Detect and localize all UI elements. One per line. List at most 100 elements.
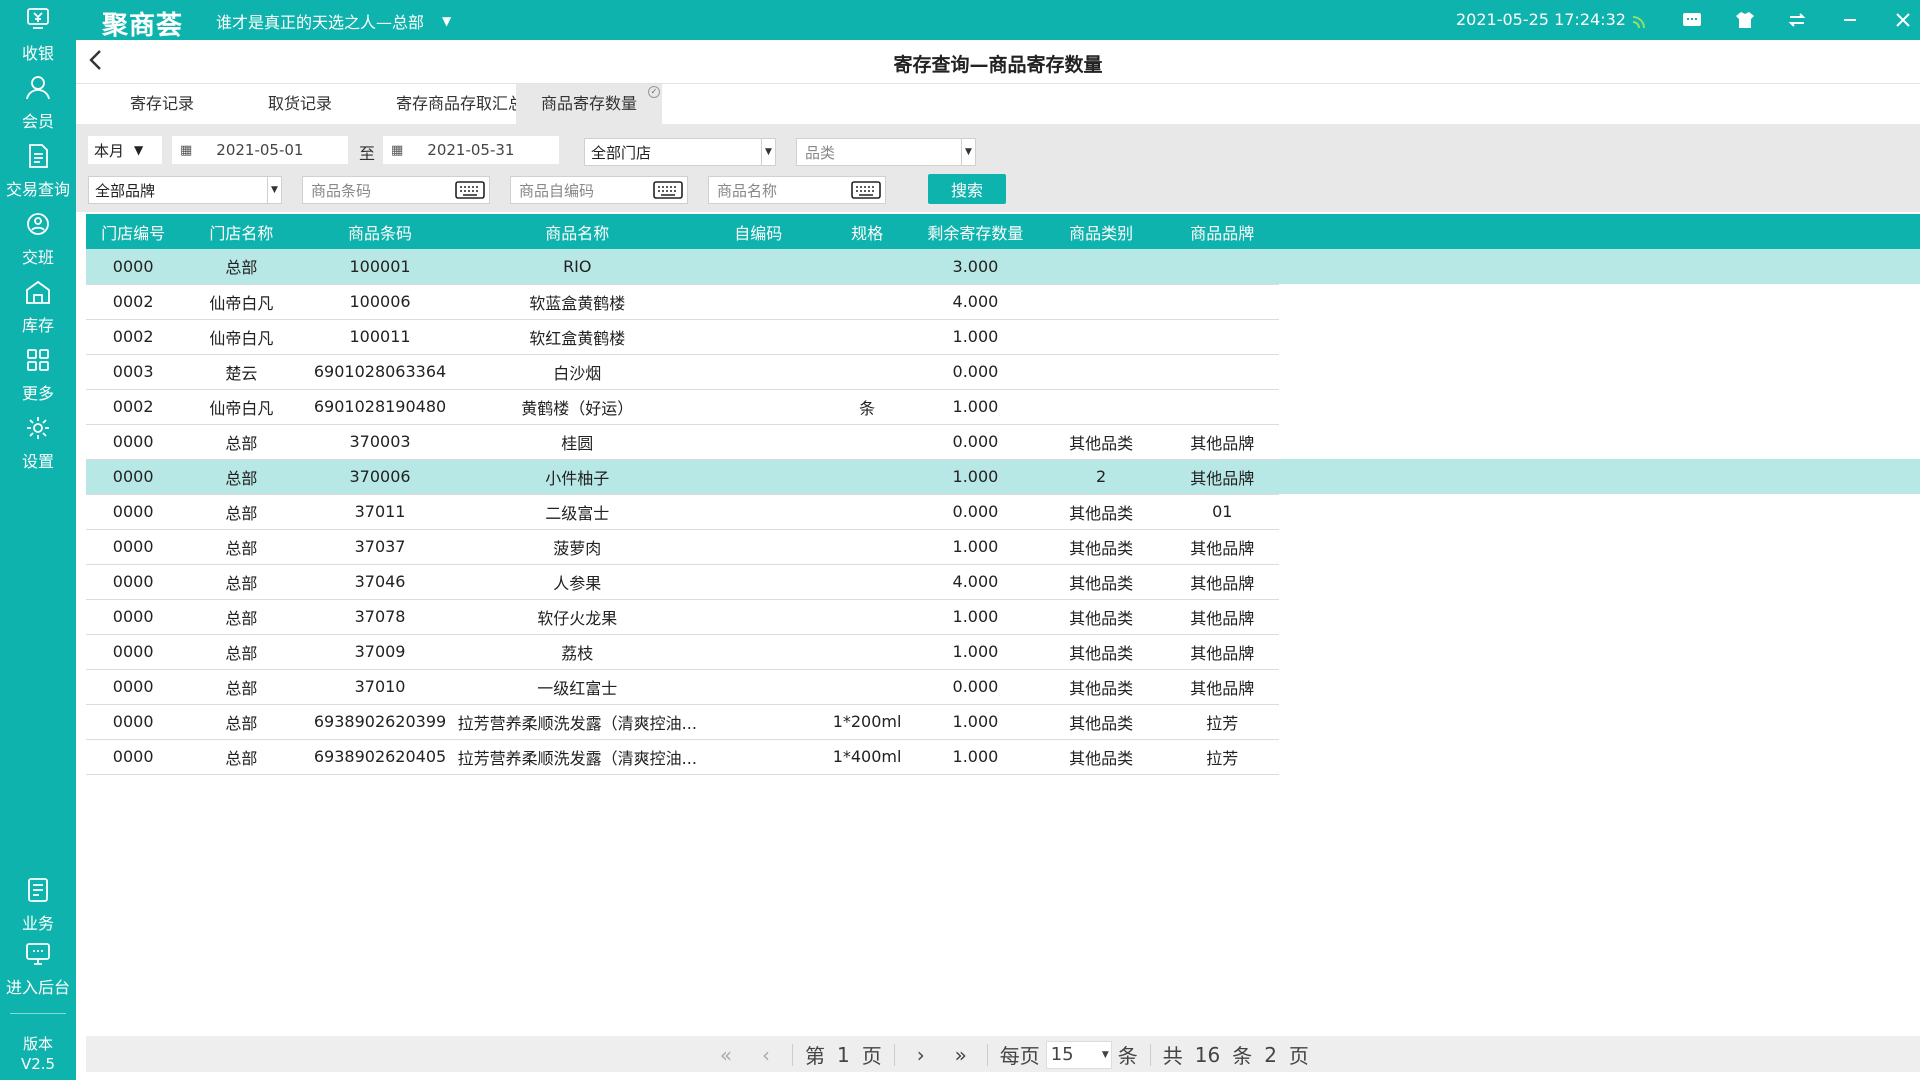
last-page-button[interactable]: » [941,1043,981,1067]
chevron-down-icon: ▼ [267,177,281,203]
cell-store-no: 0000 [86,459,181,495]
theme-icon[interactable] [1732,7,1758,33]
cell-store-name: 总部 [180,704,303,740]
cell-quantity: 1.000 [914,459,1037,495]
table-row[interactable]: 0000 总部 37046 人参果 4.000 其他品类 其他品牌 [86,564,1920,600]
sidebar-item-member[interactable]: 会员 [0,74,76,134]
table-row[interactable]: 0000 总部 6938902620405 拉芳营养柔顺洗发露（清爽控油... 1*40… [86,739,1920,775]
prev-page-button[interactable]: ‹ [746,1043,786,1067]
table-row[interactable]: 0000 总部 6938902620399 拉芳营养柔顺洗发露（清爽控油... 1*20… [86,704,1920,740]
cell-quantity: 4.000 [914,284,1037,320]
cell-quantity: 1.000 [914,634,1037,670]
cell-category [1036,249,1167,285]
search-button[interactable]: 搜索 [928,174,1006,204]
sidebar-item-settings[interactable]: 设置 [0,414,76,474]
table-row[interactable]: 0002 仙帝白凡 100006 软蓝盒黄鹤楼 4.000 [86,284,1920,320]
table-row[interactable]: 0002 仙帝白凡 100011 软红盒黄鹤楼 1.000 [86,319,1920,355]
cell-category: 其他品类 [1036,704,1167,740]
table-row[interactable]: 0002 仙帝白凡 6901028190480 黄鹤楼（好运） 条 1.000 [86,389,1920,425]
cell-category: 其他品类 [1036,564,1167,600]
cell-barcode: 37046 [302,564,458,600]
cell-quantity: 0.000 [914,669,1037,705]
sidebar-item-transactions[interactable]: 交易查询 [0,142,76,202]
cell-store-name: 总部 [180,459,303,495]
sidebar-item-business[interactable]: 业务 [0,876,76,936]
sidebar-item-more[interactable]: 更多 [0,346,76,406]
column-header[interactable]: 商品名称 [458,214,697,249]
column-header[interactable]: 剩余寄存数量 [915,214,1037,249]
cell-product-name: 小件柚子 [457,459,697,495]
cell-quantity: 1.000 [914,319,1037,355]
sync-icon[interactable] [1784,7,1810,33]
row-filler [1279,669,1920,704]
period-select[interactable]: 本月 ▼ [88,136,162,164]
cell-spec [819,634,915,670]
date-from-input[interactable]: ▦ 2021-05-01 [172,136,348,164]
separator [986,1043,988,1066]
sidebar-item-cashier[interactable]: 收银 [0,6,76,66]
message-icon[interactable] [1679,7,1705,33]
cell-store-no: 0000 [86,634,181,670]
column-header[interactable]: 门店编号 [86,214,180,249]
brand-select[interactable]: 全部品牌 ▼ [88,176,282,204]
first-page-button[interactable]: « [706,1043,746,1067]
chevron-down-icon: ▼ [961,139,975,165]
column-header[interactable]: 规格 [820,214,915,249]
sidebar-item-shift[interactable]: 交班 [0,210,76,270]
wifi-icon[interactable] [1627,7,1653,33]
column-header[interactable]: 自编码 [697,214,820,249]
tab-pickup-records[interactable]: 取货记录 [244,84,356,124]
close-icon[interactable] [1890,7,1916,33]
keyboard-icon[interactable] [453,179,487,201]
cell-quantity: 1.000 [914,704,1037,740]
selfcode-input[interactable]: 商品自编码 [510,176,688,204]
column-header[interactable]: 商品条码 [302,214,457,249]
cell-selfcode [696,389,820,425]
document-icon [24,142,52,174]
date-to-input[interactable]: ▦ 2021-05-31 [383,136,559,164]
separator [1149,1043,1151,1066]
table-row[interactable]: 0000 总部 370006 小件柚子 1.000 2 其他品牌 [86,459,1920,495]
cashier-icon [24,6,52,38]
column-header[interactable]: 商品品牌 [1166,214,1278,249]
table-row[interactable]: 0000 总部 37078 软仔火龙果 1.000 其他品类 其他品牌 [86,599,1920,635]
barcode-input[interactable]: 商品条码 [302,176,490,204]
keyboard-icon[interactable] [849,179,883,201]
table-row[interactable]: 0000 总部 100001 RIO 3.000 [86,249,1920,285]
shift-icon [24,210,52,242]
current-page[interactable]: 1 [837,1043,850,1067]
table-row[interactable]: 0000 总部 370003 桂圆 0.000 其他品类 其他品牌 [86,424,1920,460]
calendar-icon: ▦ [180,142,193,158]
table-row[interactable]: 0000 总部 37010 一级红富士 0.000 其他品类 其他品牌 [86,669,1920,705]
cell-spec [819,424,915,460]
product-name-input[interactable]: 商品名称 [708,176,886,204]
next-page-button[interactable]: › [901,1043,941,1067]
column-header[interactable]: 门店名称 [180,214,302,249]
calendar-icon: ▦ [391,142,404,158]
sidebar-item-backend[interactable]: 进入后台 [0,940,76,1000]
category-select[interactable]: 品类 ▼ [796,138,976,166]
minimize-icon[interactable] [1837,7,1863,33]
table-row[interactable]: 0000 总部 37011 二级富士 0.000 其他品类 01 [86,494,1920,530]
per-page-select[interactable]: 15 ▼ [1045,1040,1112,1069]
cell-brand [1166,319,1279,355]
table-row[interactable]: 0000 总部 37037 菠萝肉 1.000 其他品类 其他品牌 [86,529,1920,565]
cell-selfcode [696,599,820,635]
cell-category: 其他品类 [1036,634,1167,670]
barcode-placeholder: 商品条码 [311,181,372,200]
tab-deposit-quantity[interactable]: 商品寄存数量 ✓ [516,84,662,124]
gear-icon [24,414,52,446]
sidebar-item-stock[interactable]: 库存 [0,278,76,338]
top-bar: 聚商荟 谁才是真正的天选之人—总部 ▼ 2021-05-25 17:24:32 [76,0,1920,41]
table-row[interactable]: 0003 楚云 6901028063364 白沙烟 0.000 [86,354,1920,390]
cell-brand: 其他品牌 [1166,459,1279,495]
keyboard-icon[interactable] [651,179,685,201]
cell-quantity: 1.000 [914,739,1037,775]
table-row[interactable]: 0000 总部 37009 荔枝 1.000 其他品类 其他品牌 [86,634,1920,670]
store-select[interactable]: 全部门店 ▼ [584,138,776,166]
store-switcher[interactable]: 谁才是真正的天选之人—总部 ▼ [216,9,451,33]
row-filler [1279,529,1920,564]
column-header[interactable]: 商品类别 [1036,214,1166,249]
tab-deposit-records[interactable]: 寄存记录 [106,84,218,124]
cell-store-no: 0000 [86,704,181,740]
